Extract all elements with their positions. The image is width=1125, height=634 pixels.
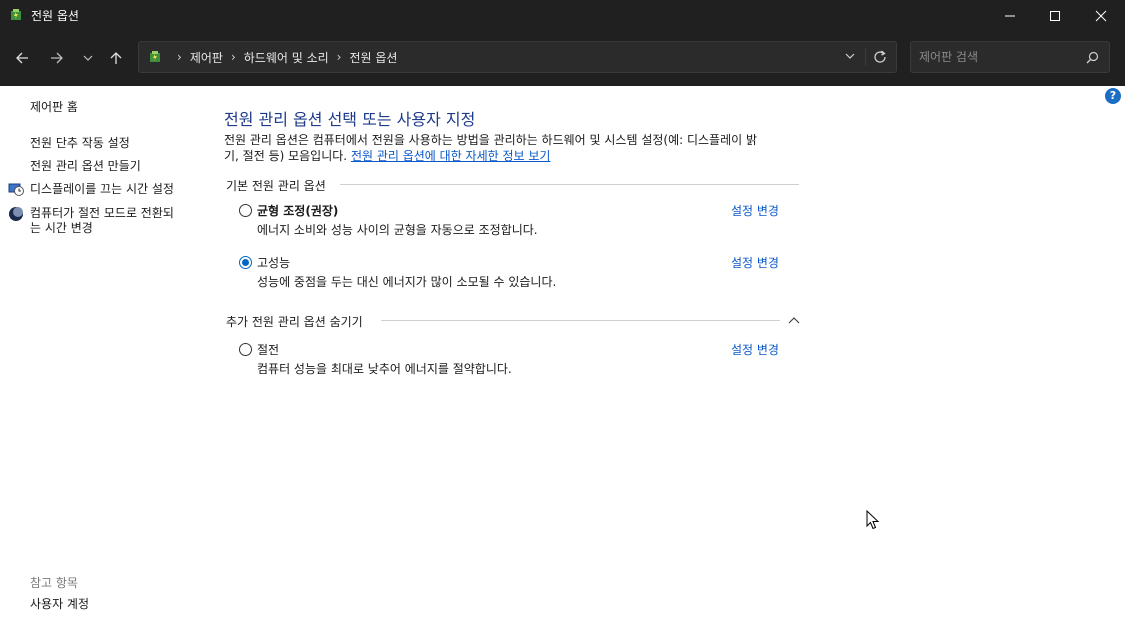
- mouse-cursor-icon: [866, 510, 880, 530]
- search-box[interactable]: [910, 41, 1110, 73]
- divider: [340, 184, 799, 185]
- arrow-right-icon: [51, 52, 63, 64]
- sidebar-item-user-accounts[interactable]: 사용자 계정: [30, 597, 89, 612]
- arrow-up-icon: [110, 52, 122, 64]
- back-button[interactable]: [9, 45, 35, 71]
- basic-plans-header: 기본 전원 관리 옵션: [226, 179, 326, 193]
- divider: [381, 320, 780, 321]
- window-title: 전원 옵션: [31, 9, 79, 23]
- see-also-title: 참고 항목: [30, 576, 78, 590]
- sidebar-item-display-off-time[interactable]: 디스플레이를 끄는 시간 설정: [30, 182, 174, 197]
- moon-sleep-icon: [9, 207, 23, 221]
- breadcrumb-separator-icon: ›: [230, 50, 236, 64]
- breadcrumb: › 제어판 › 하드웨어 및 소리 › 전원 옵션: [147, 42, 397, 72]
- description-line1: 전원 관리 옵션은 컴퓨터에서 전원을 사용하는 방법을 관리하는 하드웨어 및…: [224, 133, 758, 147]
- search-input[interactable]: [919, 48, 1079, 66]
- divider: [865, 48, 866, 66]
- sidebar-item-create-plan[interactable]: 전원 관리 옵션 만들기: [30, 159, 141, 174]
- close-icon: [1095, 10, 1107, 21]
- plan-high-performance-description: 성능에 중점을 두는 대신 에너지가 많이 소모될 수 있습니다.: [257, 275, 557, 289]
- minimize-icon: [1005, 15, 1015, 16]
- display-clock-icon: [8, 183, 24, 196]
- power-options-icon: [11, 9, 21, 20]
- page-description: 전원 관리 옵션은 컴퓨터에서 전원을 사용하는 방법을 관리하는 하드웨어 및…: [224, 132, 804, 164]
- breadcrumb-item-control-panel[interactable]: 제어판: [190, 49, 223, 66]
- chevron-down-icon: [83, 55, 93, 61]
- refresh-icon[interactable]: [872, 49, 888, 65]
- breadcrumb-separator-icon: ›: [336, 50, 342, 64]
- plan-power-saver-change-settings-link[interactable]: 설정 변경: [731, 341, 779, 358]
- plan-high-performance-name[interactable]: 고성능: [257, 254, 290, 271]
- sidebar-item-sleep-time[interactable]: 컴퓨터가 절전 모드로 전환되 는 시간 변경: [30, 206, 174, 236]
- breadcrumb-item-hardware-sound[interactable]: 하드웨어 및 소리: [244, 49, 329, 66]
- plan-high-performance-change-settings-link[interactable]: 설정 변경: [731, 254, 779, 271]
- arrow-left-icon: [16, 52, 28, 64]
- description-line2: 기, 절전 등) 모음입니다.: [224, 149, 351, 163]
- forward-button[interactable]: [44, 45, 70, 71]
- plan-high-performance-radio[interactable]: [239, 256, 252, 269]
- breadcrumb-separator-icon: ›: [177, 50, 182, 64]
- plan-balanced-radio[interactable]: [239, 204, 252, 217]
- page-title: 전원 관리 옵션 선택 또는 사용자 지정: [224, 110, 476, 129]
- maximize-icon: [1050, 10, 1060, 21]
- more-info-link[interactable]: 전원 관리 옵션에 대한 자세한 정보 보기: [351, 149, 551, 163]
- title-bar: 전원 옵션: [0, 0, 1125, 31]
- chevron-down-icon[interactable]: [844, 50, 856, 62]
- sidebar-item-control-panel-home[interactable]: 제어판 홈: [30, 100, 78, 115]
- close-button[interactable]: [1078, 0, 1124, 31]
- plan-balanced-name[interactable]: 균형 조정(권장): [257, 202, 338, 219]
- maximize-button[interactable]: [1032, 0, 1078, 31]
- help-icon[interactable]: ?: [1105, 88, 1121, 104]
- plan-power-saver-description: 컴퓨터 성능을 최대로 낮추어 에너지를 절약합니다.: [257, 362, 512, 376]
- breadcrumb-item-power-options[interactable]: 전원 옵션: [349, 49, 397, 66]
- plan-balanced-change-settings-link[interactable]: 설정 변경: [731, 202, 779, 219]
- recent-locations-button[interactable]: [75, 45, 101, 71]
- sidebar-item-power-button[interactable]: 전원 단추 작동 설정: [30, 136, 130, 151]
- chevron-up-icon[interactable]: [788, 315, 800, 325]
- plan-balanced-description: 에너지 소비와 성능 사이의 균형을 자동으로 조정합니다.: [257, 223, 538, 237]
- extra-plans-header[interactable]: 추가 전원 관리 옵션 숨기기: [226, 313, 363, 330]
- sidebar-item-sleep-time-line1: 컴퓨터가 절전 모드로 전환되: [30, 206, 174, 220]
- up-button[interactable]: [103, 45, 129, 71]
- plan-power-saver-name[interactable]: 절전: [257, 341, 279, 358]
- minimize-button[interactable]: [987, 0, 1033, 31]
- search-icon[interactable]: [1086, 51, 1099, 64]
- sidebar-item-sleep-time-line2: 는 시간 변경: [30, 221, 93, 235]
- content-area: ? 제어판 홈 전원 단추 작동 설정 전원 관리 옵션 만들기 디스플레이를 …: [0, 86, 1125, 634]
- address-bar[interactable]: › 제어판 › 하드웨어 및 소리 › 전원 옵션: [138, 41, 897, 73]
- power-options-icon: [150, 51, 160, 62]
- plan-power-saver-radio[interactable]: [239, 343, 252, 356]
